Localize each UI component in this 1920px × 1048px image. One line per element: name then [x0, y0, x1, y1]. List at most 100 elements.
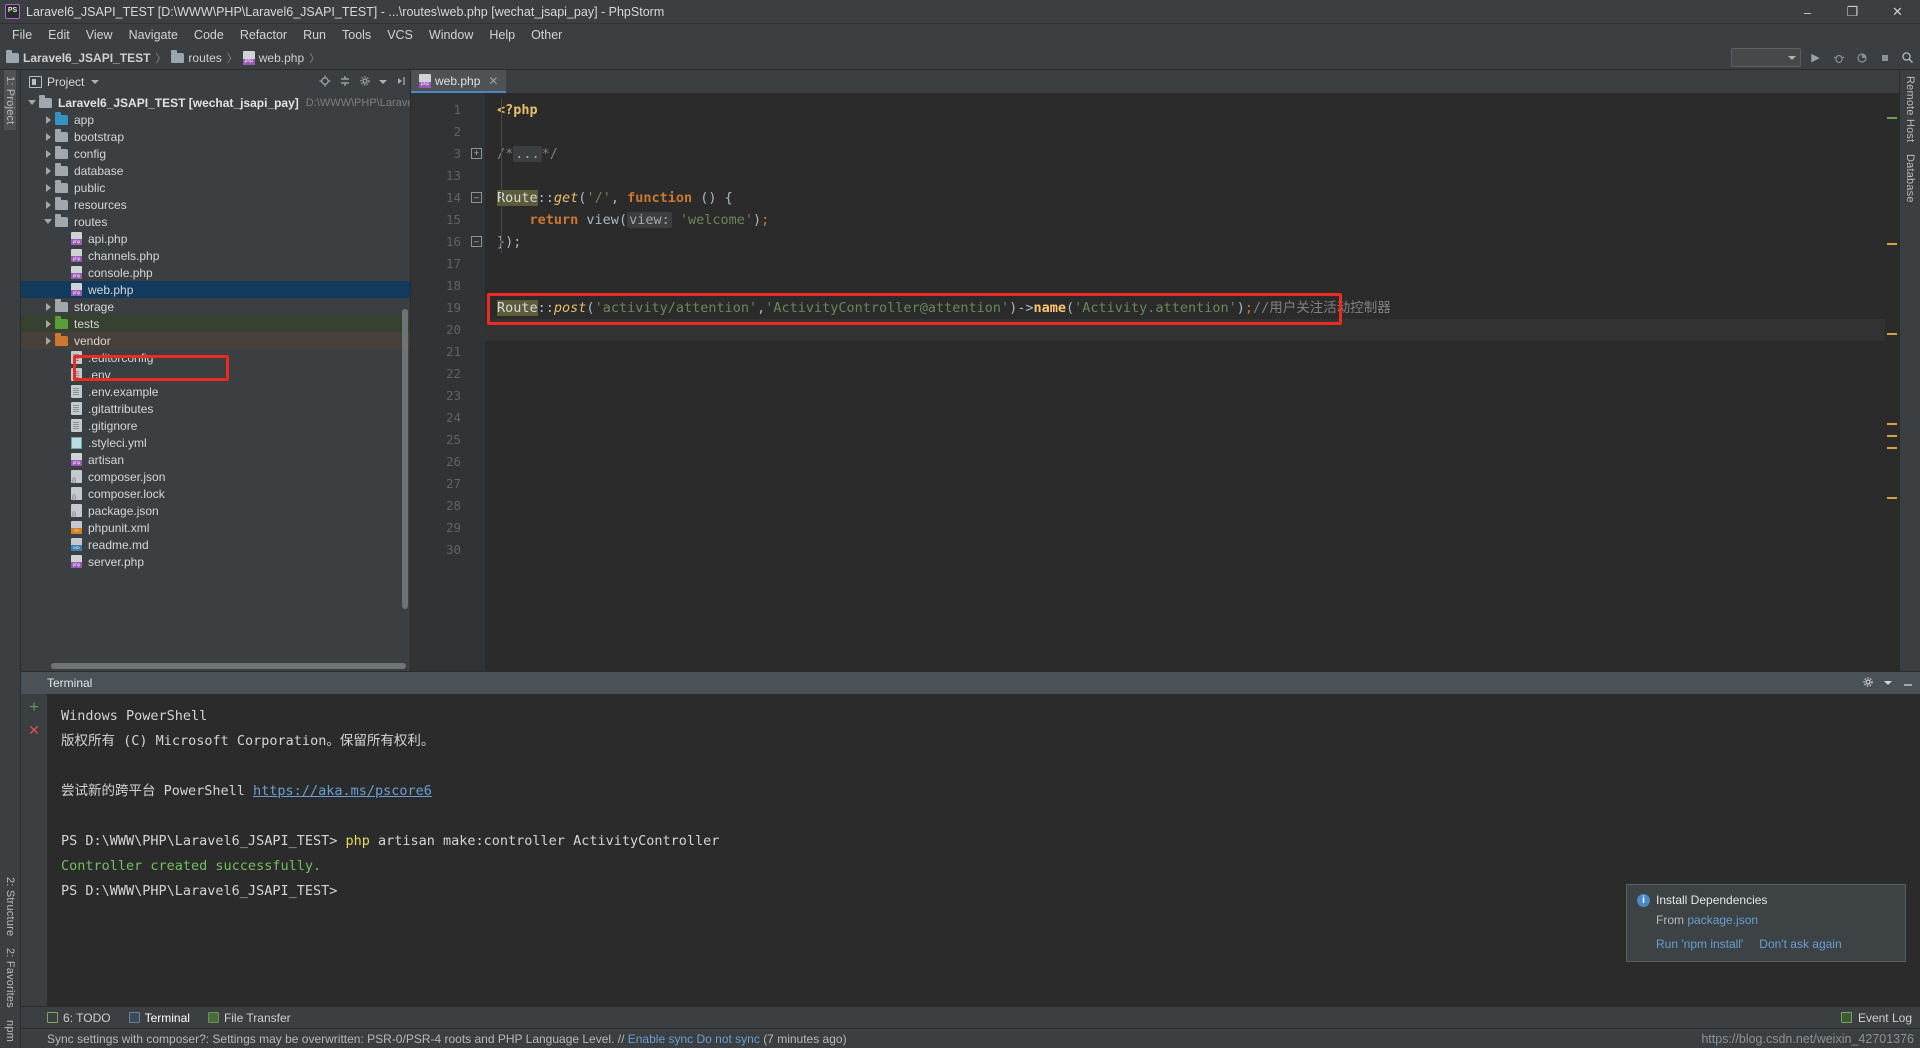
- menu-tools[interactable]: Tools: [334, 26, 379, 44]
- menu-edit[interactable]: Edit: [40, 26, 78, 44]
- tree-item[interactable]: web.php: [21, 281, 410, 298]
- close-session-button[interactable]: ✕: [28, 723, 40, 737]
- chevron-right-icon[interactable]: [43, 148, 54, 159]
- bottom-tab-todo[interactable]: 6: TODO: [47, 1011, 111, 1025]
- code-line[interactable]: [485, 363, 1885, 385]
- chevron-right-icon[interactable]: [43, 131, 54, 142]
- terminal-link[interactable]: https://aka.ms/pscore6: [253, 783, 432, 799]
- sidebar-item-favorites[interactable]: 2: Favorites: [4, 942, 16, 1014]
- breadcrumb-item-project[interactable]: Laravel6_JSAPI_TEST: [6, 49, 150, 65]
- chevron-right-icon[interactable]: [43, 199, 54, 210]
- close-icon[interactable]: ✕: [488, 74, 498, 88]
- close-button[interactable]: ✕: [1875, 0, 1920, 24]
- minimize-button[interactable]: –: [1785, 0, 1830, 24]
- breadcrumb-item-webphp[interactable]: web.php: [242, 50, 304, 65]
- fold-collapse-icon[interactable]: –: [471, 192, 482, 203]
- gear-icon[interactable]: [359, 75, 371, 89]
- menu-help[interactable]: Help: [481, 26, 523, 44]
- tree-item[interactable]: .env.example: [21, 383, 410, 400]
- tree-item[interactable]: console.php: [21, 264, 410, 281]
- sidebar-item-project[interactable]: 1: Project: [4, 70, 16, 131]
- tree-item[interactable]: api.php: [21, 230, 410, 247]
- chevron-right-icon[interactable]: [43, 318, 54, 329]
- chevron-right-icon[interactable]: [43, 182, 54, 193]
- code-line[interactable]: Route::post('activity/attention','Activi…: [485, 297, 1885, 319]
- tree-item[interactable]: .env: [21, 366, 410, 383]
- tree-item[interactable]: .styleci.yml: [21, 434, 410, 451]
- tree-item[interactable]: Laravel6_JSAPI_TEST [wechat_jsapi_pay] D:…: [21, 94, 410, 111]
- tree-item[interactable]: tests: [21, 315, 410, 332]
- event-log-button[interactable]: Event Log: [1840, 1011, 1912, 1025]
- enable-sync-link[interactable]: Enable sync: [628, 1032, 693, 1046]
- menu-navigate[interactable]: Navigate: [121, 26, 186, 44]
- do-not-sync-link[interactable]: Do not sync: [696, 1032, 759, 1046]
- project-tree[interactable]: Laravel6_JSAPI_TEST [wechat_jsapi_pay] D:…: [21, 94, 410, 671]
- chevron-down-icon[interactable]: [91, 80, 100, 84]
- tree-item[interactable]: config: [21, 145, 410, 162]
- code-line[interactable]: [485, 165, 1885, 187]
- tree-item[interactable]: artisan: [21, 451, 410, 468]
- tree-item[interactable]: resources: [21, 196, 410, 213]
- chevron-right-icon[interactable]: [43, 301, 54, 312]
- menu-run[interactable]: Run: [295, 26, 334, 44]
- tree-item[interactable]: storage: [21, 298, 410, 315]
- tree-horizontal-scrollbar[interactable]: [51, 663, 406, 669]
- menu-file[interactable]: File: [4, 26, 40, 44]
- code-line[interactable]: [485, 385, 1885, 407]
- code-line[interactable]: /*... */: [485, 143, 1885, 165]
- menu-code[interactable]: Code: [186, 26, 232, 44]
- run-npm-install-link[interactable]: Run 'npm install': [1656, 937, 1743, 951]
- code-line[interactable]: [485, 407, 1885, 429]
- menu-window[interactable]: Window: [421, 26, 481, 44]
- tree-item[interactable]: bootstrap: [21, 128, 410, 145]
- run-button[interactable]: ▶: [1807, 49, 1824, 66]
- code-line[interactable]: [485, 539, 1885, 561]
- hide-panel-icon[interactable]: [1902, 676, 1914, 690]
- bottom-tab-terminal[interactable]: Terminal: [128, 1011, 190, 1025]
- new-session-button[interactable]: +: [29, 700, 38, 716]
- debug-button[interactable]: [1830, 49, 1847, 66]
- code-line[interactable]: Route::get('/', function () {: [485, 187, 1885, 209]
- code-line[interactable]: });: [485, 231, 1885, 253]
- menu-other[interactable]: Other: [523, 26, 570, 44]
- gear-icon[interactable]: [1862, 676, 1874, 690]
- notification-from-file-link[interactable]: package.json: [1687, 913, 1758, 927]
- code-line[interactable]: [485, 429, 1885, 451]
- sidebar-item-database[interactable]: Database: [1904, 148, 1916, 209]
- breadcrumb-item-routes[interactable]: routes: [171, 49, 222, 65]
- code-content[interactable]: <?php /*... */ Route::get('/', function (…: [485, 93, 1885, 671]
- code-line[interactable]: [485, 341, 1885, 363]
- tree-item[interactable]: .editorconfig: [21, 349, 410, 366]
- search-icon[interactable]: [1899, 49, 1916, 66]
- fold-collapse-icon[interactable]: –: [471, 236, 482, 247]
- menu-view[interactable]: View: [78, 26, 121, 44]
- fold-expand-icon[interactable]: +: [471, 148, 482, 159]
- maximize-button[interactable]: ❐: [1830, 0, 1875, 24]
- tree-item[interactable]: vendor: [21, 332, 410, 349]
- chevron-down-icon[interactable]: [43, 216, 54, 227]
- chevron-down-icon[interactable]: [27, 97, 38, 108]
- dont-ask-again-link[interactable]: Don't ask again: [1759, 937, 1841, 951]
- stop-button[interactable]: [1876, 49, 1893, 66]
- tree-item[interactable]: .gitignore: [21, 417, 410, 434]
- sidebar-item-npm[interactable]: npm: [4, 1014, 16, 1048]
- code-line[interactable]: [485, 473, 1885, 495]
- sidebar-item-structure[interactable]: 2: Structure: [4, 871, 16, 942]
- code-line[interactable]: [485, 275, 1885, 297]
- chevron-down-icon[interactable]: [379, 80, 387, 84]
- tree-item[interactable]: channels.php: [21, 247, 410, 264]
- code-line[interactable]: [485, 319, 1885, 341]
- tab-webphp[interactable]: web.php ✕: [411, 70, 507, 93]
- chevron-right-icon[interactable]: [43, 335, 54, 346]
- code-line[interactable]: [485, 451, 1885, 473]
- collapse-all-icon[interactable]: [339, 75, 351, 89]
- bottom-tab-file-transfer[interactable]: File Transfer: [207, 1011, 291, 1025]
- hide-panel-icon[interactable]: [395, 75, 407, 89]
- chevron-right-icon[interactable]: [43, 114, 54, 125]
- target-icon[interactable]: [319, 75, 331, 89]
- coverage-button[interactable]: [1853, 49, 1870, 66]
- tree-vertical-scrollbar[interactable]: [402, 309, 408, 609]
- tree-item[interactable]: readme.md: [21, 536, 410, 553]
- tree-item[interactable]: composer.json: [21, 468, 410, 485]
- code-line[interactable]: [485, 121, 1885, 143]
